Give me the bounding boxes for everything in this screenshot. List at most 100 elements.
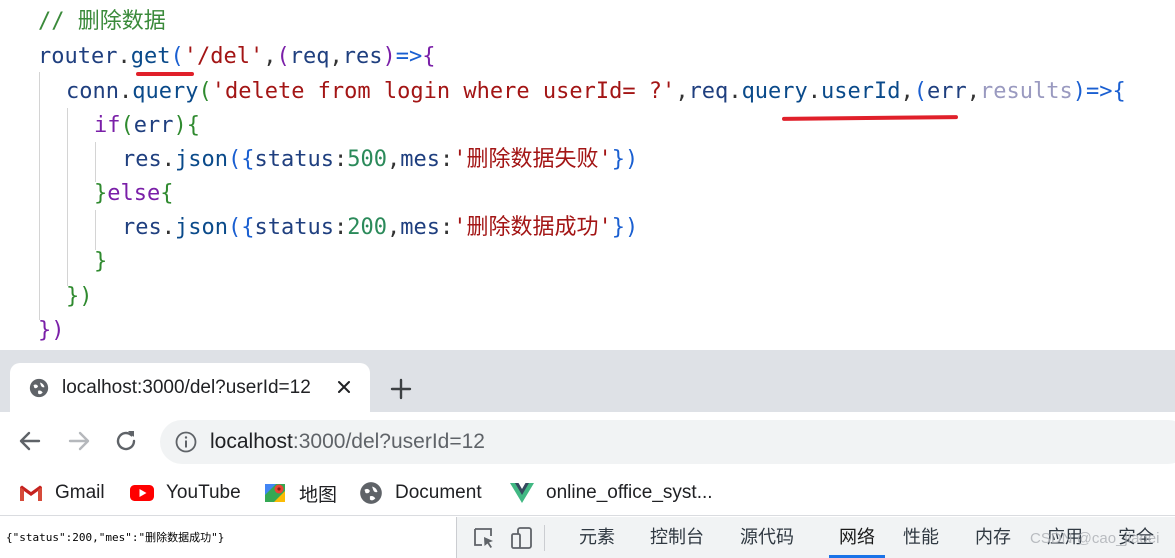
indent-guide: [39, 72, 40, 320]
youtube-icon: [130, 485, 154, 501]
code-token: ): [1072, 79, 1086, 104]
code-token: }: [94, 249, 108, 274]
indent-guide: [95, 142, 96, 182]
tab-elements[interactable]: 元素: [579, 517, 615, 558]
code-token: {: [1112, 79, 1126, 104]
code-token: (: [227, 215, 242, 240]
code-token: res: [122, 147, 162, 172]
code-line-conn-query: conn.query('delete from login where user…: [66, 75, 1126, 109]
arrow-left-icon[interactable]: [15, 426, 45, 456]
code-token: 500: [347, 147, 387, 172]
code-token: res: [122, 215, 162, 240]
code-line-close-query: }): [66, 280, 93, 314]
code-token: '删除数据成功': [453, 215, 612, 240]
code-editor[interactable]: // 删除数据 router.get('/del',(req,res)=>{ c…: [0, 0, 1175, 350]
url-host: localhost: [210, 430, 293, 453]
bookmark-label: 地图: [299, 484, 338, 506]
arrow-right-icon[interactable]: [64, 426, 94, 456]
code-line-router-get: router.get('/del',(req,res)=>{: [38, 40, 435, 74]
code-token: }: [611, 147, 625, 172]
code-token: .: [118, 79, 133, 104]
code-token: }: [94, 181, 108, 206]
close-icon[interactable]: [332, 375, 356, 399]
code-token: ,: [263, 44, 277, 69]
code-token: (: [170, 44, 184, 69]
bookmarks-bar: Gmail YouTube 地图 Document online_office_…: [0, 470, 1175, 516]
code-token: ): [382, 44, 396, 69]
code-token: router: [38, 44, 118, 69]
code-token: (: [120, 113, 134, 138]
bookmark-gmail[interactable]: Gmail: [18, 476, 105, 510]
code-line-else: }else{: [94, 177, 173, 211]
browser-tab-active[interactable]: localhost:3000/del?userId=12: [10, 363, 370, 412]
code-token: }): [66, 284, 93, 309]
code-line-close-brace: }: [94, 245, 107, 279]
code-token: if: [94, 113, 121, 138]
code-token: =>: [395, 44, 423, 69]
code-token: =>: [1086, 79, 1113, 104]
code-token: {: [241, 215, 255, 240]
indent-guide: [67, 108, 68, 286]
code-token: :: [439, 147, 454, 172]
device-toolbar-icon[interactable]: [509, 525, 535, 551]
address-bar[interactable]: localhost:3000/del?userId=12: [160, 420, 1175, 464]
globe-icon: [360, 482, 382, 504]
code-token: req: [289, 44, 330, 69]
code-line-res-json-500: res.json({status:500,mes:'删除数据失败'}): [122, 143, 638, 177]
info-icon[interactable]: [174, 430, 198, 454]
code-token: 200: [347, 215, 387, 240]
code-token: conn: [66, 79, 119, 104]
code-line-close-router: }): [38, 314, 65, 348]
bookmark-maps[interactable]: 地图: [262, 476, 337, 510]
annotation-underline-query-userid: [781, 115, 959, 121]
code-token: query: [741, 79, 808, 104]
code-token: ): [624, 215, 639, 240]
code-token: results: [980, 79, 1073, 104]
code-token: .: [117, 44, 131, 69]
code-token: status: [254, 215, 334, 240]
tab-sources[interactable]: 源代码: [740, 517, 794, 558]
annotation-underline-get: [136, 72, 194, 76]
watermark: CSDN @cao_jiaoei: [1030, 530, 1160, 547]
tab-performance[interactable]: 性能: [903, 517, 939, 558]
code-token: :: [333, 147, 348, 172]
code-token: :: [333, 215, 348, 240]
code-token: ,: [386, 147, 401, 172]
reload-icon[interactable]: [111, 426, 141, 456]
code-token: mes: [400, 147, 440, 172]
code-token: else: [107, 181, 161, 206]
code-token: {: [241, 147, 255, 172]
vue-icon: [510, 483, 534, 503]
code-token: }): [38, 318, 65, 343]
code-token: (: [913, 79, 928, 104]
maps-icon: [265, 484, 285, 502]
code-token: ,: [386, 215, 401, 240]
tab-memory[interactable]: 内存: [975, 517, 1011, 558]
bookmark-online-office[interactable]: online_office_syst...: [509, 476, 713, 510]
tab-console[interactable]: 控制台: [650, 517, 704, 558]
globe-icon: [29, 378, 49, 397]
code-token: {: [422, 44, 436, 69]
address-url: localhost:3000/del?userId=12: [210, 430, 485, 454]
code-token: ): [173, 113, 187, 138]
json-response: {"status":200,"mes":"删除数据成功"}: [6, 531, 225, 544]
tab-title: localhost:3000/del?userId=12: [62, 376, 311, 398]
tab-network[interactable]: 网络: [829, 517, 885, 558]
code-token: mes: [400, 215, 440, 240]
code-token: err: [927, 79, 967, 104]
code-token: {: [160, 181, 174, 206]
inspect-element-icon[interactable]: [471, 525, 497, 551]
code-token: req: [688, 79, 729, 104]
code-token: status: [254, 147, 334, 172]
plus-icon[interactable]: [386, 374, 416, 404]
toolbar-divider: [544, 525, 545, 551]
url-path: :3000/del?userId=12: [292, 430, 485, 453]
code-token: json: [175, 215, 228, 240]
code-token: // 删除数据: [38, 9, 166, 34]
bookmark-document[interactable]: Document: [358, 476, 482, 510]
bookmark-youtube[interactable]: YouTube: [129, 476, 241, 510]
code-token: json: [175, 147, 228, 172]
code-token: .: [728, 79, 742, 104]
code-token: {: [186, 113, 200, 138]
code-token: ,: [900, 79, 914, 104]
